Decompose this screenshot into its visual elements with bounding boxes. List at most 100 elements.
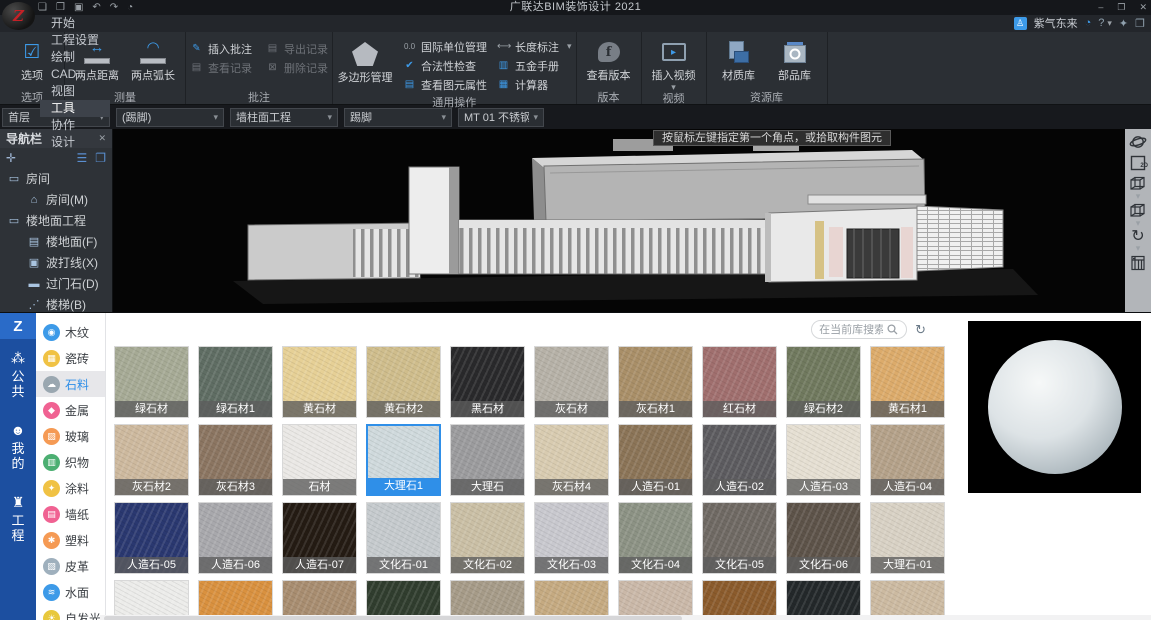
rotate-view-button[interactable]: ↻ ▾: [1127, 229, 1149, 251]
menu-tab[interactable]: 设计: [40, 134, 110, 151]
workspace-tab[interactable]: ⁂ 公共: [0, 339, 36, 411]
category-item[interactable]: ▤ 墙纸: [36, 501, 105, 527]
user-avatar[interactable]: ♙: [1014, 17, 1027, 30]
view-version-button[interactable]: f 查看版本: [581, 35, 637, 83]
navigator-node[interactable]: ▤ 楼地面(F): [0, 231, 112, 252]
category-item[interactable]: ☀ 自发光: [36, 605, 105, 620]
material-swatch[interactable]: 黑石材: [450, 346, 525, 418]
delete-record-button[interactable]: ⊠ 删除记录: [266, 58, 328, 77]
material-swatch[interactable]: 大理石1: [366, 424, 441, 496]
material-swatch[interactable]: 石材: [282, 424, 357, 496]
material-swatch[interactable]: 人造石-01: [618, 424, 693, 496]
navigator-list-view-icon[interactable]: ☰: [76, 151, 87, 165]
2d-view-button[interactable]: 2D: [1127, 154, 1149, 172]
3d-section-view-button[interactable]: ▾: [1127, 202, 1149, 226]
menu-tab[interactable]: 开始: [40, 15, 110, 32]
material-swatch[interactable]: 黄石材1: [870, 346, 945, 418]
library-search[interactable]: [811, 320, 907, 339]
material-swatch[interactable]: 人造石-06: [198, 502, 273, 574]
length-dimension-button[interactable]: ⟷ 长度标注: [497, 37, 572, 56]
material-swatch[interactable]: [114, 580, 189, 620]
category-item[interactable]: ▨ 玻璃: [36, 423, 105, 449]
3d-view-button[interactable]: ▾: [1127, 175, 1149, 199]
3d-viewport[interactable]: 按鼠标左键指定第一个角点，或拾取构件图元: [113, 129, 1125, 312]
material-swatch[interactable]: 文化石-03: [534, 502, 609, 574]
open-file-icon[interactable]: ❒: [56, 0, 65, 15]
material-select[interactable]: MT 01 不锈钢踢▾: [458, 108, 544, 127]
minimize-button[interactable]: –: [1098, 0, 1103, 15]
material-swatch[interactable]: [702, 580, 777, 620]
material-swatch[interactable]: [534, 580, 609, 620]
workspace-tab[interactable]: ☻ 我的: [0, 411, 36, 483]
material-swatch[interactable]: 文化石-04: [618, 502, 693, 574]
material-swatch[interactable]: 红石材: [702, 346, 777, 418]
help-icon[interactable]: ?: [1098, 17, 1112, 29]
hardware-handbook-button[interactable]: ▥ 五金手册: [497, 56, 572, 75]
view-element-properties-button[interactable]: ▤ 查看图元属性: [403, 75, 487, 94]
category-item[interactable]: ▥ 织物: [36, 449, 105, 475]
menu-tab[interactable]: 视图: [40, 83, 110, 100]
material-swatch[interactable]: 绿石材: [114, 346, 189, 418]
sync-icon[interactable]: ◔: [127, 0, 133, 15]
category-item[interactable]: ≋ 水面: [36, 579, 105, 605]
calculator-button[interactable]: ▦ 计算器: [497, 75, 572, 94]
material-swatch[interactable]: [366, 580, 441, 620]
category-item[interactable]: ▦ 瓷砖: [36, 345, 105, 371]
export-record-button[interactable]: ▤ 导出记录: [266, 39, 328, 58]
material-swatch[interactable]: 文化石-06: [786, 502, 861, 574]
redo-icon[interactable]: ↷: [110, 0, 118, 15]
category-item[interactable]: ✦ 涂料: [36, 475, 105, 501]
material-swatch[interactable]: 大理石: [450, 424, 525, 496]
category-item[interactable]: ✱ 塑料: [36, 527, 105, 553]
category-item[interactable]: ☁ 石料: [36, 371, 105, 397]
orbit-view-button[interactable]: [1127, 133, 1149, 151]
material-swatch[interactable]: 人造石-03: [786, 424, 861, 496]
theme-icon[interactable]: ✦: [1119, 17, 1128, 30]
work-type-select[interactable]: 墙柱面工程▾: [230, 108, 338, 127]
material-swatch[interactable]: [618, 580, 693, 620]
search-input[interactable]: [819, 324, 883, 336]
menu-tab[interactable]: 工程设置: [40, 32, 110, 49]
category-item[interactable]: ◉ 木纹: [36, 319, 105, 345]
material-swatch[interactable]: 黄石材2: [366, 346, 441, 418]
part-library-button[interactable]: 部品库: [767, 35, 823, 83]
material-swatch[interactable]: [870, 580, 945, 620]
navigator-node[interactable]: ▣ 波打线(X): [0, 252, 112, 273]
refresh-icon[interactable]: ↻: [915, 322, 926, 338]
insert-video-button[interactable]: ▸ 插入视频 ▾: [646, 35, 702, 90]
material-swatch[interactable]: 灰石材2: [114, 424, 189, 496]
menu-tab[interactable]: 绘制: [40, 49, 110, 66]
material-swatch[interactable]: 黄石材: [282, 346, 357, 418]
close-button[interactable]: ✕: [1139, 0, 1147, 15]
element-select[interactable]: 踢脚▾: [344, 108, 452, 127]
menu-tab[interactable]: CAD: [40, 66, 110, 83]
user-name[interactable]: 紫气东来: [1034, 15, 1078, 31]
material-swatch[interactable]: 人造石-02: [702, 424, 777, 496]
material-swatch[interactable]: 文化石-01: [366, 502, 441, 574]
navigator-node[interactable]: ▭ 房间: [0, 168, 112, 189]
app-logo[interactable]: Z: [2, 2, 35, 30]
schedule-view-button[interactable]: [1127, 254, 1149, 272]
material-swatch[interactable]: [282, 580, 357, 620]
new-file-icon[interactable]: ❏: [38, 0, 47, 15]
menu-tab[interactable]: 协作: [40, 117, 110, 134]
material-swatch[interactable]: 灰石材1: [618, 346, 693, 418]
navigator-node[interactable]: ▬ 过门石(D): [0, 273, 112, 294]
unit-manage-button[interactable]: 0.0 国际单位管理: [403, 37, 487, 56]
material-swatch[interactable]: 文化石-02: [450, 502, 525, 574]
two-point-arc-button[interactable]: ◠ 两点弧长: [125, 35, 181, 83]
save-icon[interactable]: ▣: [74, 0, 83, 15]
message-icon[interactable]: ◔: [1085, 17, 1092, 29]
menu-tab[interactable]: 工具: [40, 100, 110, 117]
popout-icon[interactable]: ❐: [1135, 17, 1145, 30]
material-swatch[interactable]: 人造石-04: [870, 424, 945, 496]
view-record-button[interactable]: ▤ 查看记录: [190, 58, 252, 77]
material-swatch[interactable]: 灰石材3: [198, 424, 273, 496]
component-select[interactable]: (踢脚)▾: [116, 108, 224, 127]
material-swatch[interactable]: [786, 580, 861, 620]
material-swatch[interactable]: 灰石材4: [534, 424, 609, 496]
restore-button[interactable]: ❐: [1117, 0, 1125, 15]
navigator-node[interactable]: ⌂ 房间(M): [0, 189, 112, 210]
material-preview[interactable]: [968, 321, 1141, 493]
material-library-button[interactable]: 材质库: [711, 35, 767, 83]
